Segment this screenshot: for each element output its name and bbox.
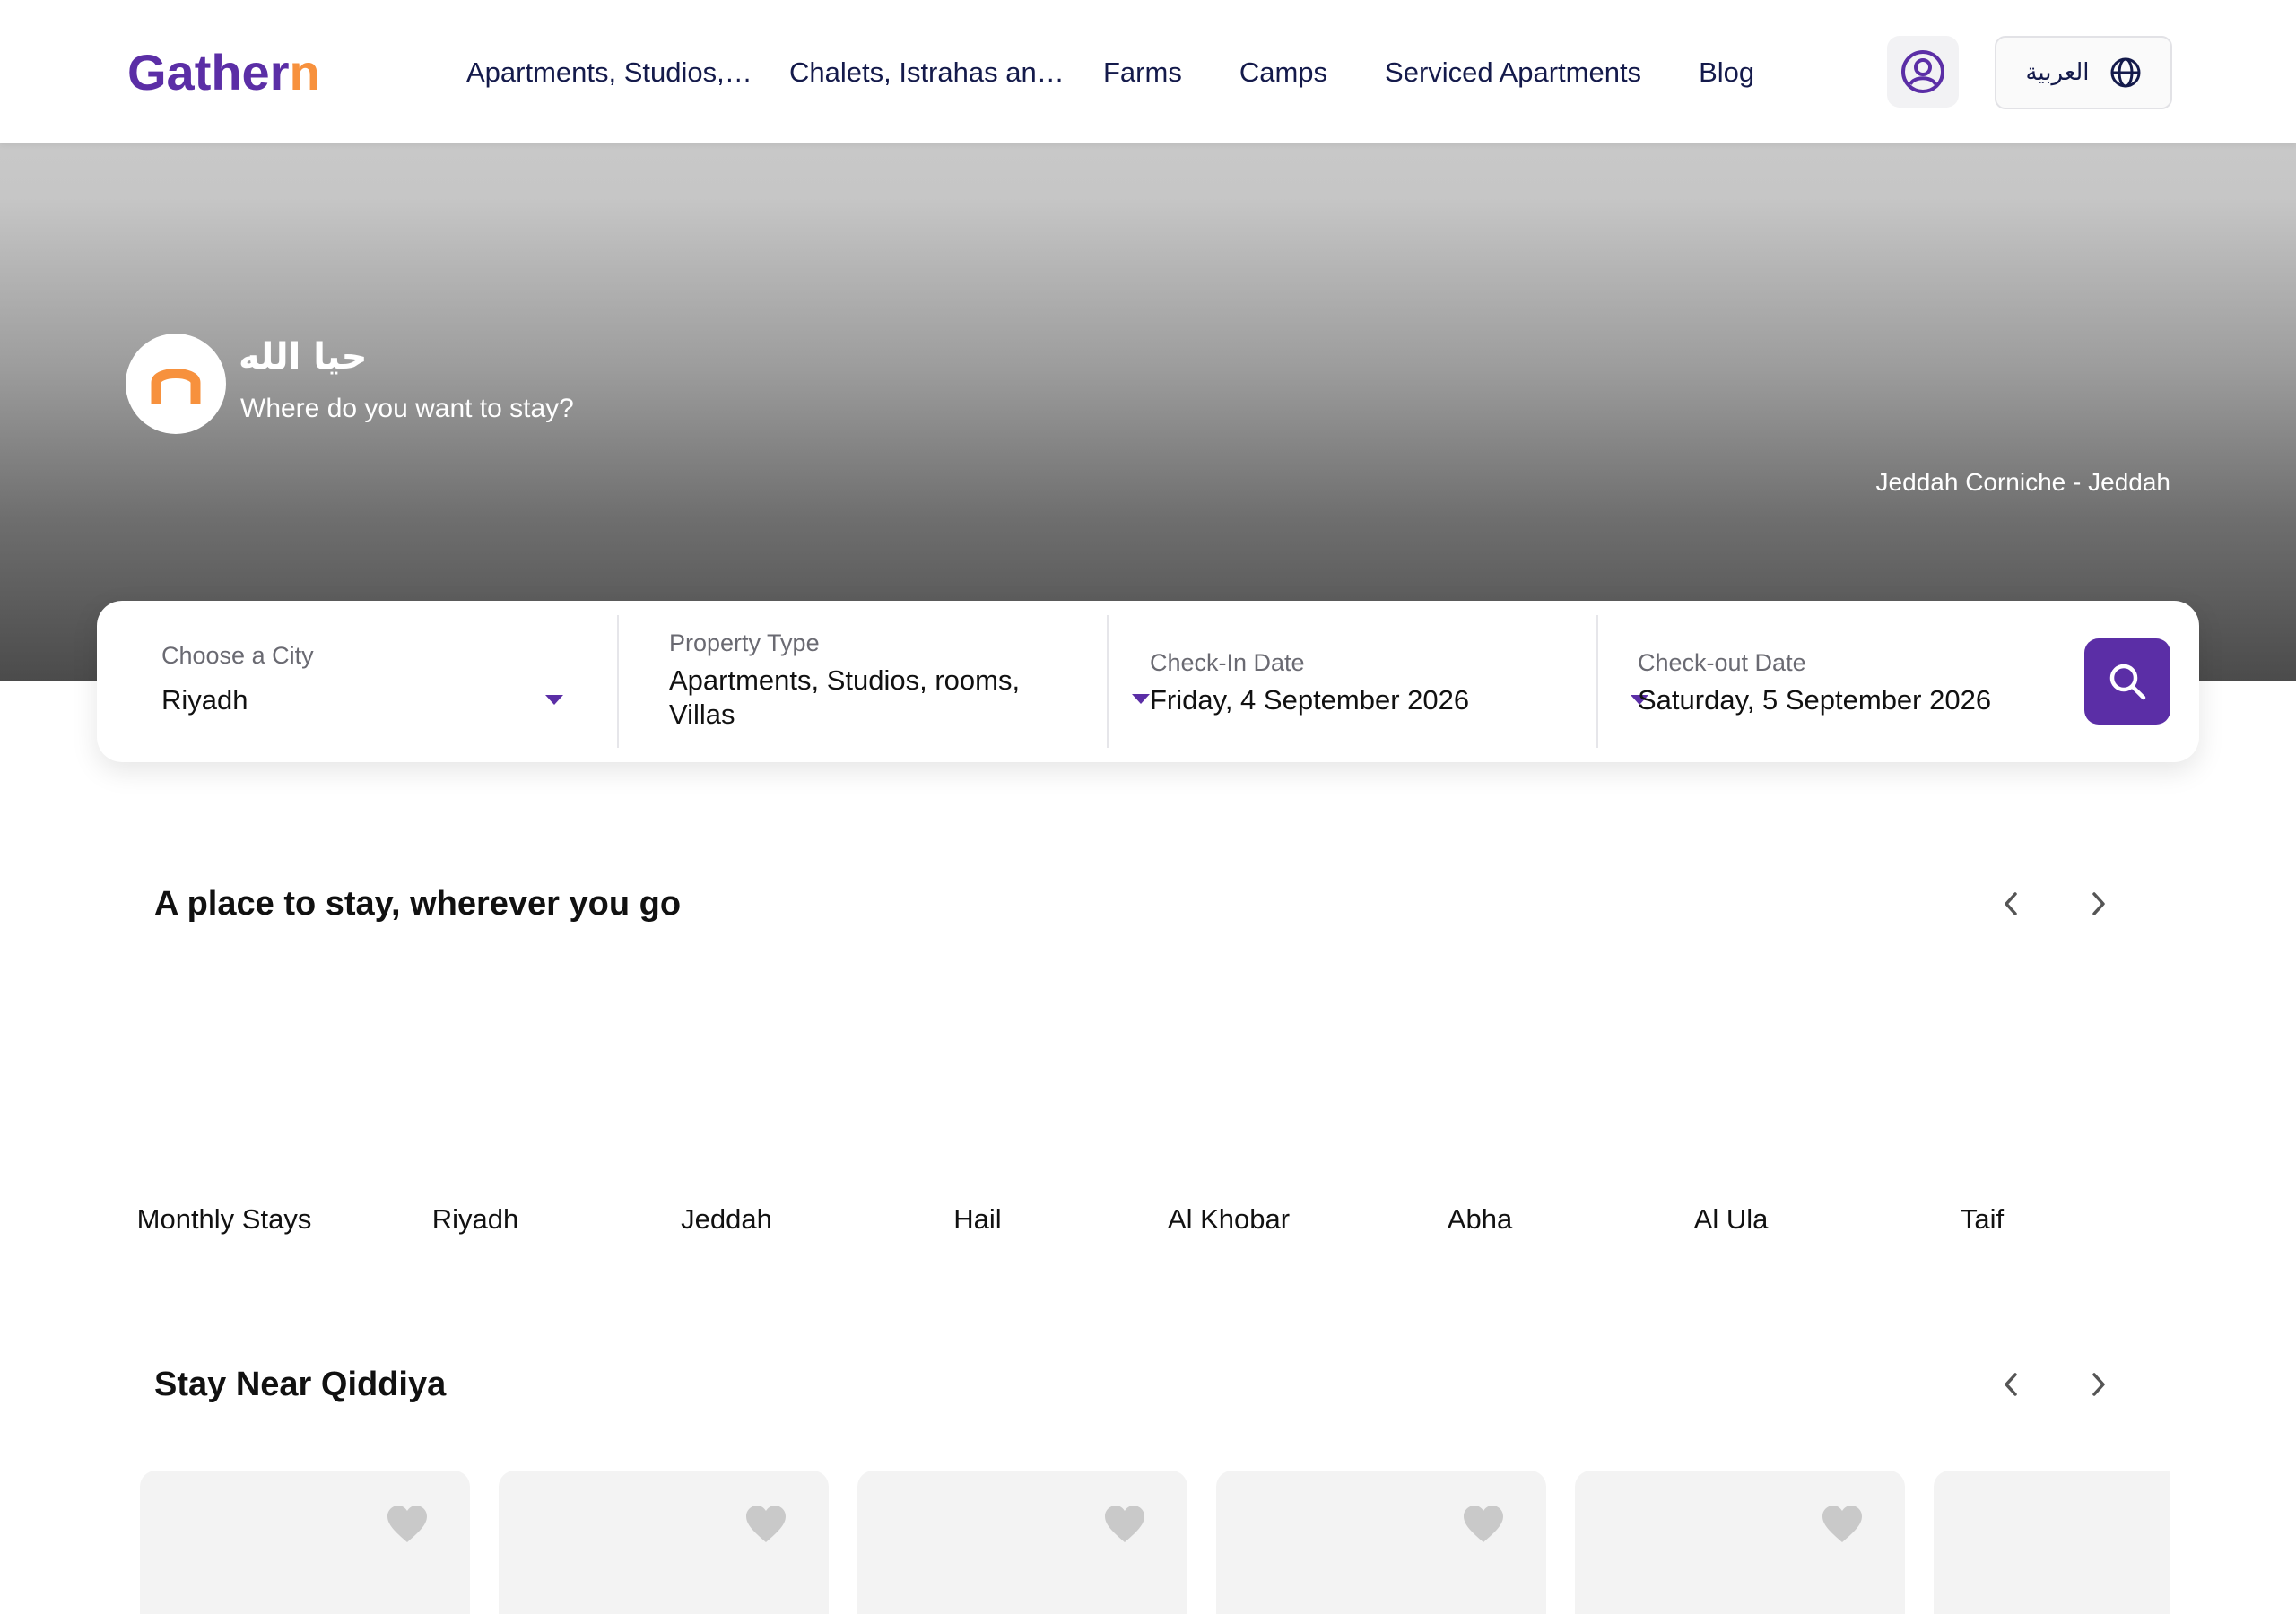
city-select[interactable]: Choose a City Riyadh xyxy=(97,601,617,762)
city-select-label: Choose a City xyxy=(161,642,314,669)
city-select-value: Riyadh xyxy=(161,684,248,716)
hero-brand-badge xyxy=(126,334,226,434)
property-type-select[interactable]: Property Type Apartments, Studios, rooms… xyxy=(617,601,1150,762)
heart-icon[interactable] xyxy=(1821,1505,1864,1544)
city-item[interactable]: Abha xyxy=(1354,1202,1605,1237)
heart-icon[interactable] xyxy=(386,1505,429,1544)
nav-farms[interactable]: Farms xyxy=(1103,56,1182,89)
chevron-down-icon xyxy=(545,695,563,705)
greeting-subtitle: Where do you want to stay? xyxy=(240,394,574,423)
globe-icon xyxy=(2110,57,2141,88)
city-item[interactable]: Hail xyxy=(852,1202,1103,1237)
qiddiya-prev-arrow[interactable] xyxy=(1986,1359,2036,1410)
logo-text: Gather xyxy=(127,44,290,100)
chevron-right-icon xyxy=(2092,1373,2105,1396)
heart-icon[interactable] xyxy=(744,1505,787,1544)
search-button[interactable] xyxy=(2084,638,2170,725)
heart-icon[interactable] xyxy=(1462,1505,1505,1544)
greeting-arabic: حيا الله xyxy=(239,336,368,377)
property-type-label: Property Type xyxy=(669,629,820,656)
listing-card[interactable] xyxy=(140,1471,470,1614)
chevron-right-icon xyxy=(2092,892,2105,915)
places-prev-arrow[interactable] xyxy=(1986,879,2036,929)
listing-card[interactable] xyxy=(1575,1471,1905,1614)
listing-card[interactable] xyxy=(857,1471,1187,1614)
user-circle-icon xyxy=(1901,50,1944,93)
check-in-value: Friday, 4 September 2026 xyxy=(1150,684,1470,716)
places-next-arrow[interactable] xyxy=(2074,879,2124,929)
qiddiya-section-title: Stay Near Qiddiya xyxy=(154,1366,447,1403)
heart-icon[interactable] xyxy=(1103,1505,1146,1544)
check-out-label: Check-out Date xyxy=(1638,649,1806,676)
nav-apartments-studios[interactable]: Apartments, Studios, ... xyxy=(466,56,753,89)
chevron-left-icon xyxy=(2005,892,2017,915)
hero-photo-caption: Jeddah Corniche - Jeddah xyxy=(1875,468,2170,496)
main-nav: Apartments, Studios, ... Chalets, Istrah… xyxy=(466,50,1754,95)
check-out-value: Saturday, 5 September 2026 xyxy=(1638,684,1992,716)
property-type-value: Apartments, Studios, rooms, Villas xyxy=(669,664,1021,730)
listing-card[interactable] xyxy=(499,1471,829,1614)
city-item[interactable]: Jeddah xyxy=(601,1202,852,1237)
qiddiya-next-arrow[interactable] xyxy=(2074,1359,2124,1410)
language-switch-button[interactable]: العربية xyxy=(1995,36,2172,109)
listing-card[interactable] xyxy=(1934,1471,2170,1614)
search-bar: Choose a City Riyadh Property Type Apart… xyxy=(97,601,2199,762)
qiddiya-listing-carousel xyxy=(140,1471,2170,1614)
check-in-label: Check-In Date xyxy=(1150,649,1305,676)
city-item[interactable]: Taif xyxy=(1857,1202,2108,1237)
search-icon xyxy=(2109,664,2146,700)
language-label: العربية xyxy=(2025,59,2090,86)
check-in-date-picker[interactable]: Check-In Date Friday, 4 September 2026 xyxy=(1107,601,1648,762)
profile-button[interactable] xyxy=(1887,36,1959,108)
logo-accent-letter: n xyxy=(289,44,320,100)
places-section-title: A place to stay, wherever you go xyxy=(154,885,682,923)
city-carousel: Monthly Stays Riyadh Jeddah Hail Al Khob… xyxy=(99,1202,2206,1255)
nav-camps[interactable]: Camps xyxy=(1239,56,1327,89)
city-item[interactable]: Monthly Stays xyxy=(99,1202,350,1237)
nav-blog[interactable]: Blog xyxy=(1699,56,1754,89)
gathern-logo[interactable]: Gathern xyxy=(127,41,320,104)
city-item[interactable]: Al Ula xyxy=(1605,1202,1857,1237)
gathern-n-icon xyxy=(151,369,201,404)
city-item[interactable]: Al Khobar xyxy=(1103,1202,1354,1237)
check-out-date-picker[interactable]: Check-out Date Saturday, 5 September 202… xyxy=(1596,601,2136,762)
nav-chalets-istrahas[interactable]: Chalets, Istrahas and ... xyxy=(789,56,1073,89)
city-item[interactable]: Riyadh xyxy=(350,1202,601,1237)
top-header: Gathern Apartments, Studios, ... Chalets… xyxy=(0,0,2296,143)
listing-card[interactable] xyxy=(1216,1471,1546,1614)
chevron-left-icon xyxy=(2005,1373,2017,1396)
nav-serviced-apartments[interactable]: Serviced Apartments xyxy=(1385,56,1641,89)
